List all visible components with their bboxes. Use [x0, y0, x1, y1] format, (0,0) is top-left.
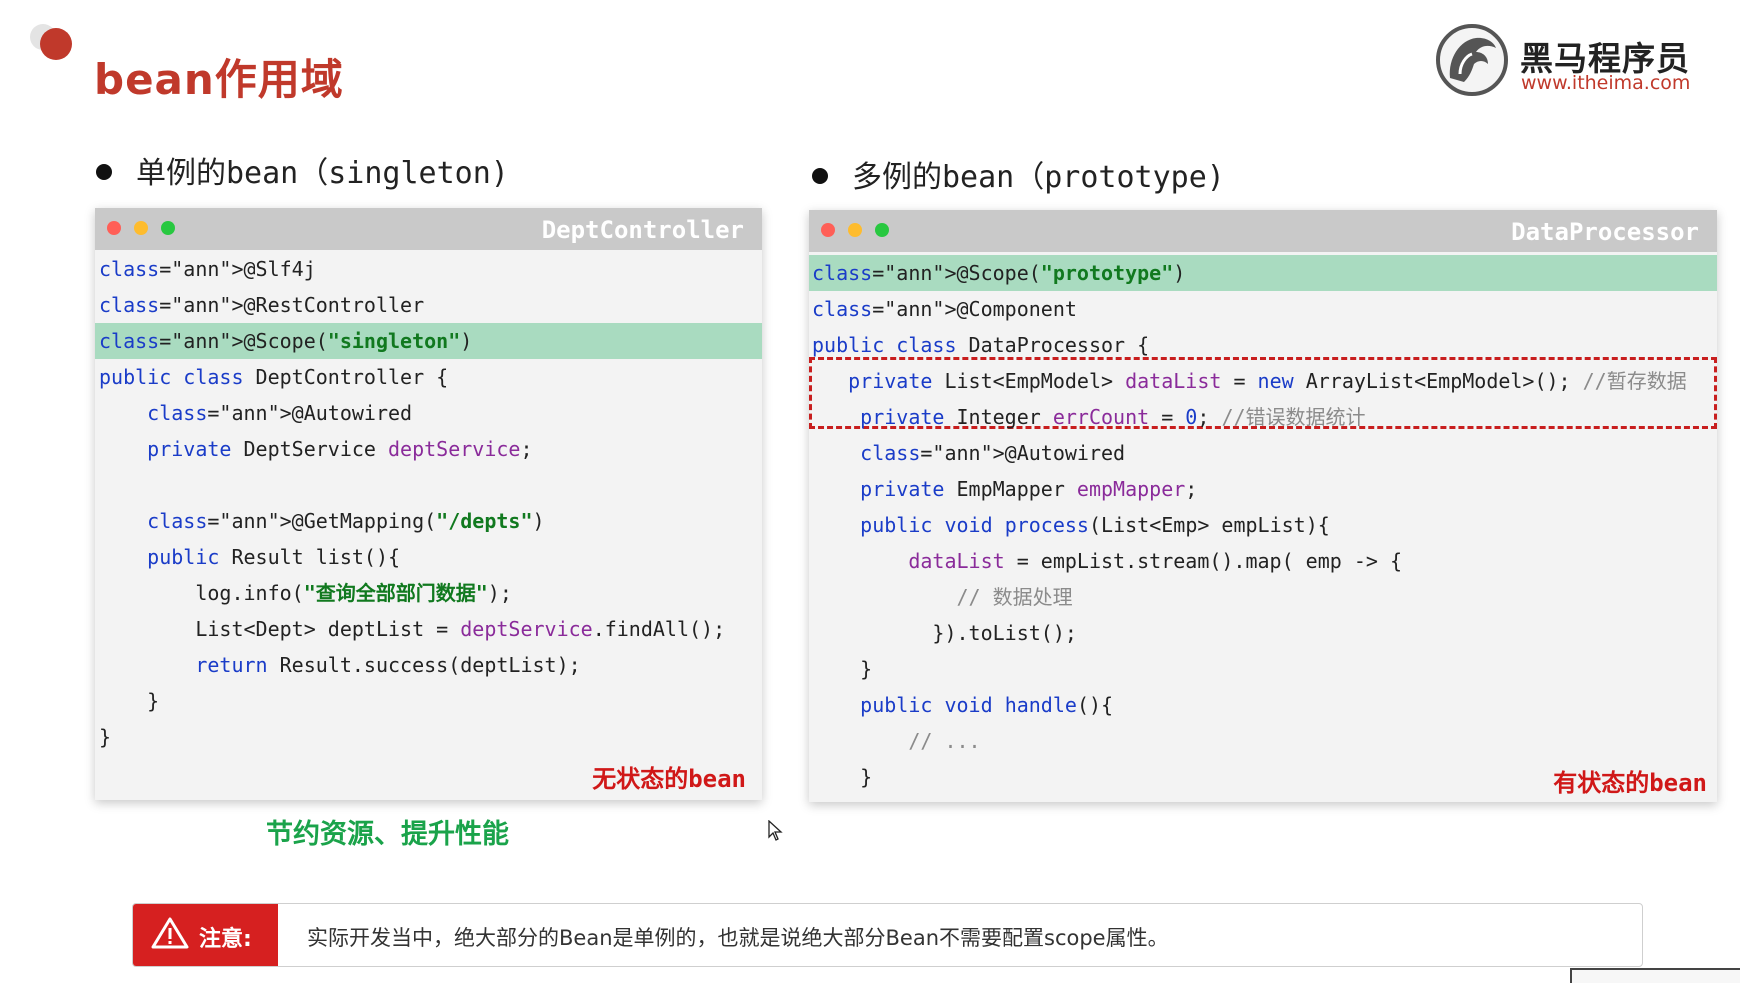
close-dot-icon [821, 223, 835, 237]
horse-logo-icon [1436, 24, 1508, 96]
stateless-bean-label: 无状态的bean [592, 765, 746, 793]
window-titlebar: DeptController [95, 208, 762, 250]
bullet-dot [96, 163, 112, 180]
notice-tag-label: 注意: [199, 927, 252, 952]
singleton-benefit-note: 节约资源、提升性能 [266, 819, 509, 850]
code-line: public void handle(){ [860, 693, 1114, 717]
notice-tag: 注意: [133, 904, 278, 966]
prototype-heading-text: 多例的bean（prototype) [852, 160, 1225, 195]
code-line: class="ann">@Scope("prototype") [809, 255, 1717, 291]
logo-url: www.itheima.com [1521, 72, 1691, 94]
code-line: public class DataProcessor { [812, 333, 1150, 357]
code-line: class="ann">@Slf4j [99, 257, 316, 281]
minimize-dot-icon [848, 223, 862, 237]
singleton-heading: 单例的bean（singleton) [96, 148, 509, 192]
code-line: } [99, 725, 112, 749]
code-line: class="ann">@Component [812, 297, 1077, 321]
code-line: class="ann">@RestController [99, 293, 425, 317]
code-line: } [812, 657, 873, 681]
dept-controller-window: DeptController 无状态的bean class="ann">@Slf… [95, 208, 762, 800]
code-line: public class DeptController { [99, 365, 449, 389]
code-line: public Result list(){ [147, 545, 401, 569]
bullet-dot [812, 167, 828, 184]
notice-banner: 注意: 实际开发当中，绝大部分的Bean是单例的，也就是说绝大部分Bean不需要… [132, 903, 1643, 967]
code-line: // ... [908, 729, 981, 753]
window-title: DataProcessor [1511, 218, 1699, 246]
singleton-heading-text: 单例的bean（singleton) [136, 156, 509, 191]
mouse-cursor-icon [768, 820, 783, 841]
code-line: } [99, 689, 160, 713]
code-line: class="ann">@Autowired [860, 441, 1126, 465]
minimize-dot-icon [134, 221, 148, 235]
code-line: private List<EmpModel> dataList = new Ar… [848, 369, 1687, 393]
code-line: private EmpMapper empMapper; [860, 477, 1198, 501]
code-line: private Integer errCount = 0; //错误数据统计 [860, 405, 1366, 429]
code-line: } [812, 765, 873, 789]
code-line: class="ann">@GetMapping("/depts") [147, 509, 545, 533]
code-line: List<Dept> deptList = deptService.findAl… [99, 617, 726, 641]
code-line: public void process(List<Emp> empList){ [860, 513, 1330, 537]
code-line: // 数据处理 [956, 585, 1073, 609]
prototype-heading: 多例的bean（prototype) [812, 152, 1225, 196]
data-processor-window: DataProcessor 有状态的bean class="ann">@Scop… [809, 210, 1717, 802]
notice-text: 实际开发当中，绝大部分的Bean是单例的，也就是说绝大部分Bean不需要配置sc… [307, 926, 1169, 950]
code-line: class="ann">@Autowired [147, 401, 413, 425]
code-line: return Result.success(deptList); [195, 653, 581, 677]
code-line: }).toList(); [812, 621, 1077, 645]
code-line: class="ann">@Scope("singleton") [95, 323, 762, 359]
code-line: log.info("查询全部部门数据"); [99, 581, 512, 605]
code-line: private DeptService deptService; [147, 437, 533, 461]
warning-triangle-icon [151, 917, 189, 949]
close-dot-icon [107, 221, 121, 235]
window-title: DeptController [541, 216, 744, 244]
maximize-dot-icon [161, 221, 175, 235]
code-line: dataList = empList.stream().map( emp -> … [908, 549, 1403, 573]
itheima-logo: 黑马程序员 www.itheima.com [1436, 22, 1690, 100]
window-titlebar: DataProcessor [809, 210, 1717, 252]
slide-title: bean作用域 [94, 55, 344, 104]
maximize-dot-icon [875, 223, 889, 237]
decorative-dot-red [40, 28, 72, 60]
